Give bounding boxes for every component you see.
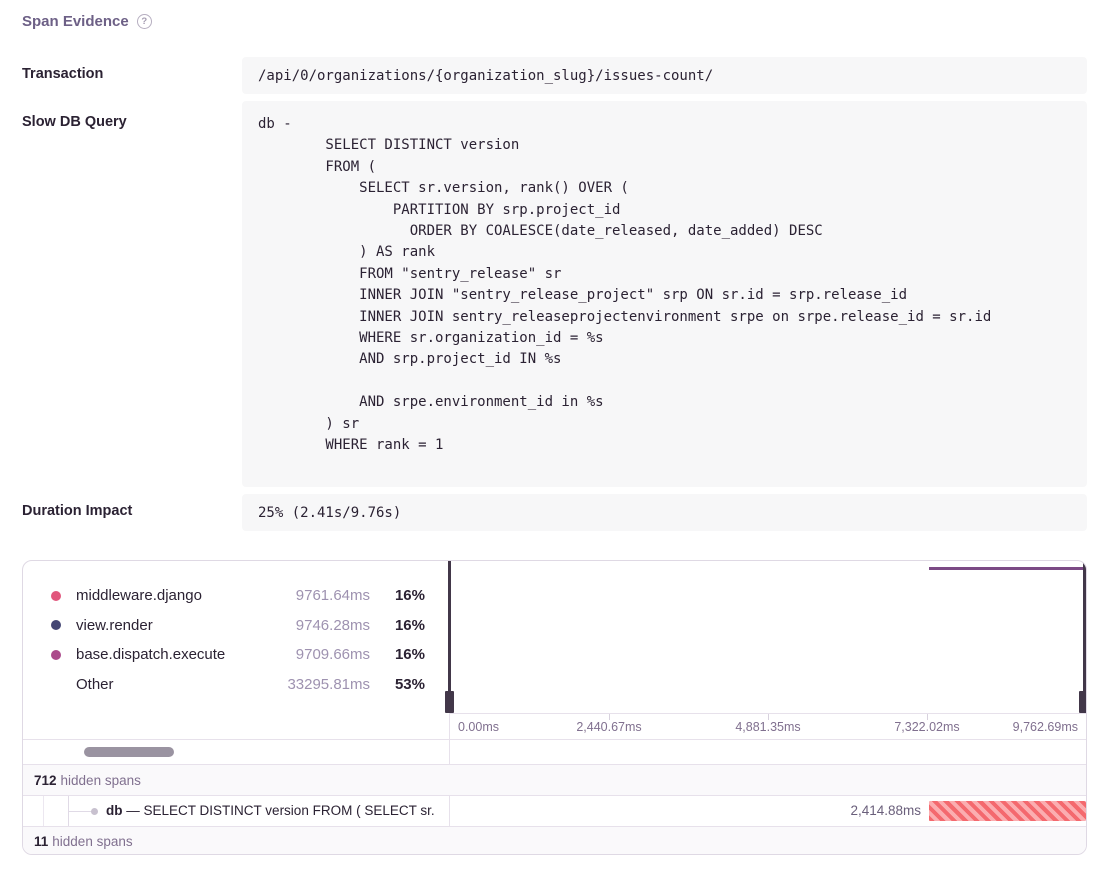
legend-op-name: view.render: [76, 617, 260, 634]
hidden-spans-count: 11: [34, 834, 48, 849]
scrollbar-thumb[interactable]: [84, 747, 174, 757]
axis-label: 4,881.35ms: [735, 720, 800, 734]
page-title: Span Evidence: [22, 13, 129, 30]
legend-op-percent: 16%: [370, 646, 425, 663]
span-tree-dot: [91, 808, 98, 815]
legend-item: middleware.django 9761.64ms 16%: [51, 581, 425, 611]
slow-db-query-label: Slow DB Query: [22, 114, 127, 130]
section-header: Span Evidence ?: [22, 13, 152, 30]
left-handle-line: [448, 561, 451, 691]
minimap-column: 0.00ms 2,440.67ms 4,881.35ms 7,322.02ms …: [450, 561, 1086, 764]
span-op: db: [106, 803, 123, 818]
axis-label: 0.00ms: [458, 720, 499, 734]
right-handle-line: [1083, 561, 1086, 691]
transaction-value: /api/0/organizations/{organization_slug}…: [242, 57, 1087, 94]
hidden-spans-label: hidden spans: [52, 834, 132, 849]
right-handle-grip[interactable]: [1079, 691, 1087, 713]
legend-dot: [51, 679, 61, 689]
trace-minimap[interactable]: [450, 561, 1086, 713]
legend-dot: [51, 650, 61, 660]
span-description: SELECT DISTINCT version FROM ( SELECT sr…: [144, 803, 435, 818]
legend-column: middleware.django 9761.64ms 16% view.ren…: [23, 561, 450, 764]
legend-op-name: middleware.django: [76, 587, 260, 604]
question-mark-circle-icon[interactable]: ?: [137, 14, 152, 29]
left-handle-grip[interactable]: [445, 691, 454, 713]
minimap-span-line: [929, 567, 1086, 570]
legend-op-percent: 53%: [370, 676, 425, 693]
legend-item: Other 33295.81ms 53%: [51, 670, 425, 700]
span-title: db — SELECT DISTINCT version FROM ( SELE…: [106, 796, 435, 826]
legend-op-duration: 9761.64ms: [260, 587, 370, 604]
span-row[interactable]: db — SELECT DISTINCT version FROM ( SELE…: [23, 796, 1086, 827]
legend-item: base.dispatch.execute 9709.66ms 16%: [51, 640, 425, 670]
legend-op-name: Other: [76, 676, 260, 693]
span-tree-panel: middleware.django 9761.64ms 16% view.ren…: [22, 560, 1087, 855]
slow-db-query-value: db - SELECT DISTINCT version FROM ( SELE…: [242, 101, 1087, 487]
hidden-spans-count: 712: [34, 773, 57, 788]
transaction-label: Transaction: [22, 66, 103, 82]
hidden-spans-row-before: 712 hidden spans: [23, 765, 1086, 796]
axis-label: 7,322.02ms: [894, 720, 959, 734]
ops-breakdown-legend: middleware.django 9761.64ms 16% view.ren…: [23, 561, 449, 740]
scrollbar-track-right: [450, 740, 1086, 764]
horizontal-scrollbar[interactable]: [23, 740, 449, 764]
legend-dot: [51, 620, 61, 630]
span-duration-bar: [929, 801, 1086, 821]
legend-op-name: base.dispatch.execute: [76, 646, 260, 663]
span-tree-header: middleware.django 9761.64ms 16% view.ren…: [23, 561, 1086, 765]
span-row-tree-cell: db — SELECT DISTINCT version FROM ( SELE…: [23, 796, 450, 826]
span-row-bar-cell: 2,414.88ms: [450, 796, 1086, 826]
legend-dot: [51, 591, 61, 601]
legend-op-duration: 9709.66ms: [260, 646, 370, 663]
sql-query-text: db - SELECT DISTINCT version FROM ( SELE…: [258, 114, 1071, 457]
span-tree-gutter: [23, 796, 44, 826]
legend-op-percent: 16%: [370, 587, 425, 604]
time-axis: 0.00ms 2,440.67ms 4,881.35ms 7,322.02ms …: [450, 713, 1086, 740]
legend-item: view.render 9746.28ms 16%: [51, 611, 425, 641]
span-separator: —: [126, 803, 140, 818]
span-duration: 2,414.88ms: [850, 796, 921, 826]
axis-label: 2,440.67ms: [576, 720, 641, 734]
duration-impact-value: 25% (2.41s/9.76s): [242, 494, 1087, 531]
hidden-spans-row-after: 11 hidden spans: [23, 827, 1086, 855]
legend-op-duration: 33295.81ms: [260, 676, 370, 693]
legend-op-percent: 16%: [370, 617, 425, 634]
duration-impact-label: Duration Impact: [22, 503, 132, 519]
span-evidence-section: Span Evidence ? Transaction /api/0/organ…: [0, 0, 1111, 877]
axis-label: 9,762.69ms: [1013, 720, 1078, 734]
hidden-spans-label: hidden spans: [61, 773, 141, 788]
legend-op-duration: 9746.28ms: [260, 617, 370, 634]
